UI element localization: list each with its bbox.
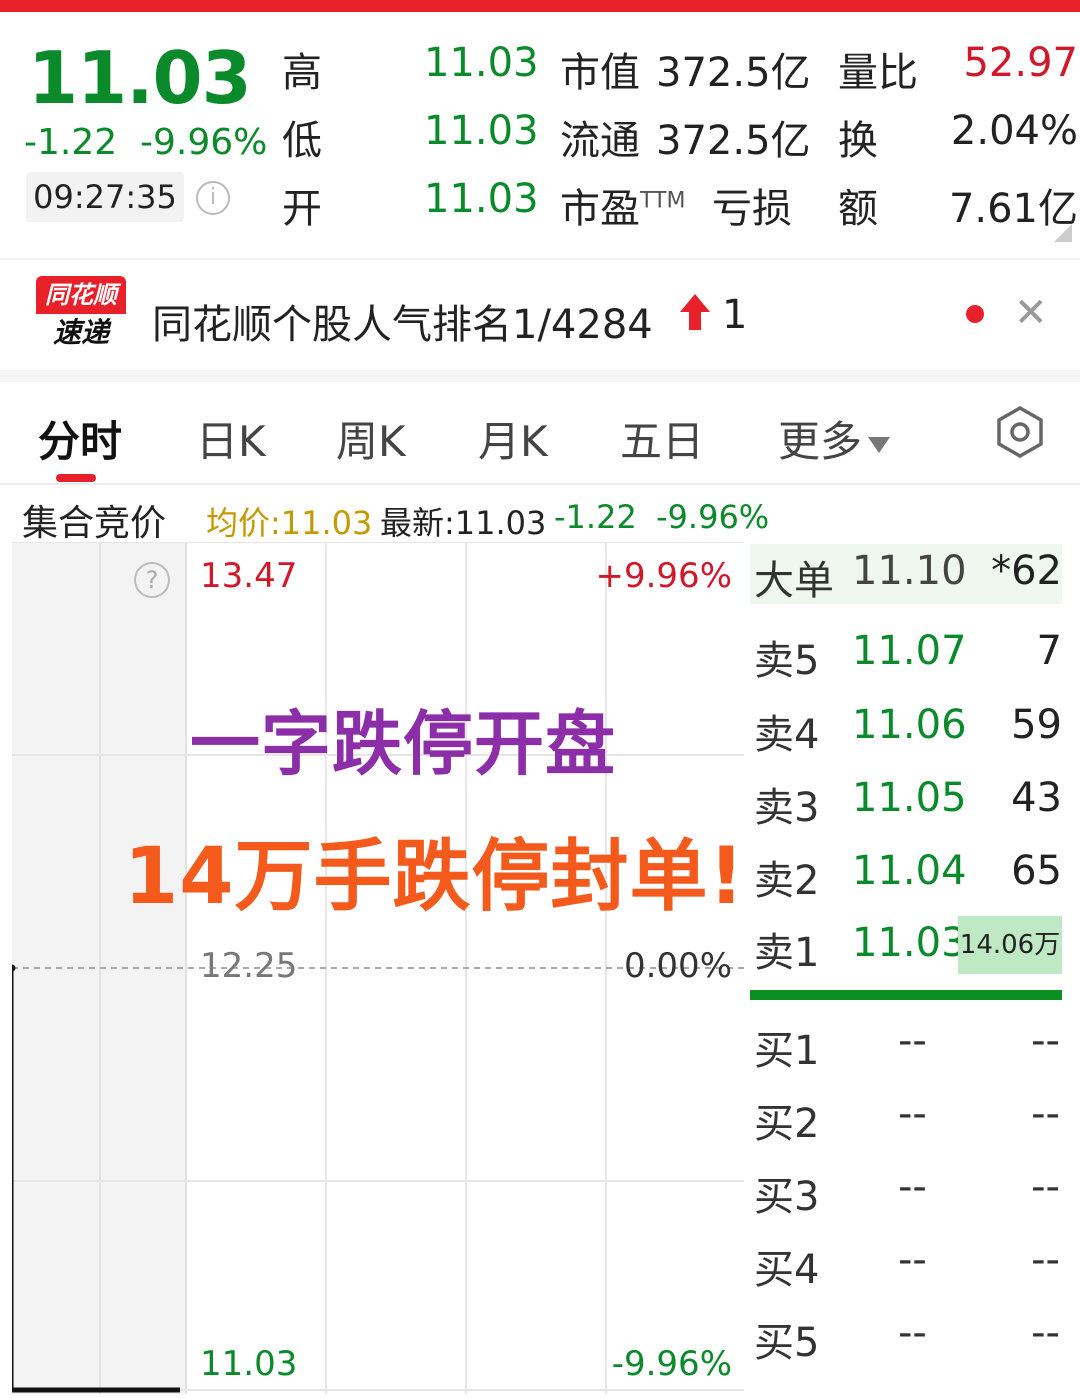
amount-label: 额 <box>838 186 878 232</box>
sell-1-vol: 14.06万 <box>958 916 1062 974</box>
axis-bottom-price: 11.03 <box>200 1344 298 1384</box>
hexagon-settings-icon[interactable] <box>992 404 1048 460</box>
avg-price: 均价:11.03 <box>206 504 373 542</box>
active-tab-indicator <box>56 474 96 482</box>
sell-3-vol: 43 <box>1011 775 1062 821</box>
axis-bottom-pct: -9.96% <box>611 1344 732 1384</box>
latest-change: -1.22 <box>554 498 637 536</box>
big-order-label: 大单 <box>754 558 834 604</box>
buy-1-label: 买1 <box>754 1028 820 1074</box>
market-cap-label: 市值 <box>560 50 640 96</box>
unread-dot <box>966 305 984 323</box>
axis-mid-pct: 0.00% <box>623 946 732 986</box>
call-auction-label: 集合竞价 <box>22 503 167 544</box>
sell-2-label: 卖2 <box>754 858 820 904</box>
chevron-down-icon <box>868 436 891 453</box>
sell-2-price: 11.04 <box>852 848 967 894</box>
quote-time: 09:27:35 <box>26 172 184 222</box>
overlay-caption-2: 14万手跌停封单! <box>124 832 746 922</box>
buy-3-label: 买3 <box>754 1174 820 1220</box>
turnover-label: 换 <box>838 118 878 164</box>
buy-3-vol: -- <box>1031 1164 1060 1210</box>
sell-4-price: 11.06 <box>852 702 967 748</box>
last-price: 11.03 <box>28 36 252 120</box>
high-label: 高 <box>282 50 322 96</box>
sell-1-label: 卖1 <box>754 930 820 976</box>
divider <box>0 258 1080 260</box>
buy-5-vol: -- <box>1031 1310 1060 1356</box>
low-label: 低 <box>282 118 322 164</box>
axis-mid-price: 12.25 <box>200 946 298 986</box>
float-cap-value: 372.5亿 <box>656 118 811 164</box>
question-icon[interactable]: ? <box>134 562 170 598</box>
latest-change-pct: -9.96% <box>656 498 770 536</box>
buy-3-price: -- <box>898 1164 927 1210</box>
volume-ratio-label: 量比 <box>838 50 918 96</box>
latest-price: 最新:11.03 <box>380 504 547 542</box>
sell-5-vol: 7 <box>1036 628 1062 674</box>
buy-2-price: -- <box>898 1091 927 1137</box>
buy-4-price: -- <box>898 1237 927 1283</box>
low-value: 11.03 <box>424 108 539 154</box>
market-cap-value: 372.5亿 <box>656 50 811 96</box>
price-change: -1.22 <box>24 122 118 163</box>
bid-ask-divider <box>750 990 1062 1000</box>
buy-1-vol: -- <box>1031 1018 1060 1064</box>
buy-5-label: 买5 <box>754 1320 820 1366</box>
divider <box>0 483 1080 485</box>
rank-change: 1 <box>722 292 748 338</box>
open-label: 开 <box>282 186 322 232</box>
tab-weekly-k[interactable]: 周K <box>336 408 406 469</box>
sell-4-vol: 59 <box>1011 702 1062 748</box>
buy-2-vol: -- <box>1031 1091 1060 1137</box>
sell-2-vol: 65 <box>1011 848 1062 894</box>
axis-top-price: 13.47 <box>200 556 298 596</box>
tab-more[interactable]: 更多 <box>778 408 891 469</box>
tab-five-day[interactable]: 五日 <box>620 408 704 469</box>
pe-value: 亏损 <box>712 186 792 232</box>
top-status-bar <box>0 0 1080 12</box>
red-up-arrow-icon <box>680 294 710 330</box>
buy-5-price: -- <box>898 1310 927 1356</box>
sell-3-price: 11.05 <box>852 775 967 821</box>
tab-daily-k[interactable]: 日K <box>196 408 266 469</box>
high-value: 11.03 <box>424 40 539 86</box>
axis-top-pct: +9.96% <box>595 556 733 596</box>
buy-1-price: -- <box>898 1018 927 1064</box>
close-icon[interactable]: ✕ <box>1014 290 1048 336</box>
ths-express-logo: 同花顺 速递 <box>36 276 126 352</box>
pe-ttm-label: 市盈TTM <box>560 186 686 232</box>
float-cap-label: 流通 <box>560 118 640 164</box>
overlay-caption-1: 一字跌停开盘 <box>190 703 616 785</box>
info-icon[interactable]: i <box>196 181 230 215</box>
big-order-vol: *62 <box>991 548 1062 594</box>
popularity-ranking-text[interactable]: 同花顺个股人气排名1/4284 <box>152 292 653 350</box>
big-order-price: 11.10 <box>852 548 967 594</box>
ttm-superscript: TTM <box>640 188 686 214</box>
section-gap <box>0 370 1080 382</box>
sell-1-price: 11.03 <box>852 920 967 966</box>
sell-3-label: 卖3 <box>754 785 820 831</box>
buy-4-vol: -- <box>1031 1237 1060 1283</box>
buy-4-label: 买4 <box>754 1247 820 1293</box>
tab-intraday[interactable]: 分时 <box>38 408 122 469</box>
sell-4-label: 卖4 <box>754 712 820 758</box>
sell-5-label: 卖5 <box>754 638 820 684</box>
volume-ratio-value: 52.97 <box>963 40 1078 86</box>
expand-corner-icon[interactable] <box>1054 224 1072 242</box>
tab-monthly-k[interactable]: 月K <box>478 408 548 469</box>
open-value: 11.03 <box>424 176 539 222</box>
turnover-value: 2.04% <box>950 108 1078 154</box>
price-change-pct: -9.96% <box>140 122 268 163</box>
buy-2-label: 买2 <box>754 1101 820 1147</box>
sell-5-price: 11.07 <box>852 628 967 674</box>
